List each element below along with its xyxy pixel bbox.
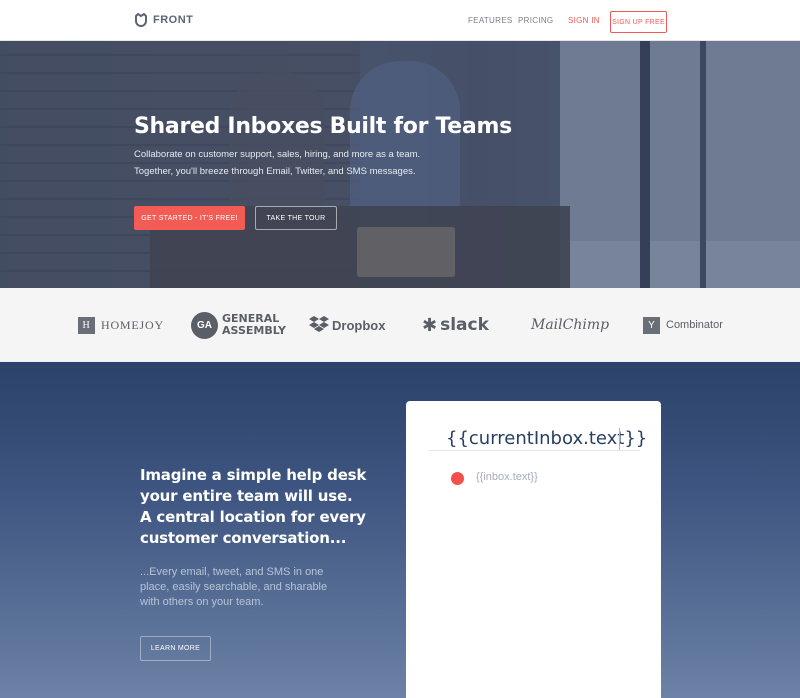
current-inbox-title: {{currentInbox.text}}	[446, 428, 648, 449]
nav-link-sign-in[interactable]: SIGN IN	[568, 16, 600, 25]
top-nav: FRONT FEATURES PRICING SIGN IN SIGN UP F…	[0, 0, 800, 41]
feature-description-line: place, easily searchable, and sharable	[140, 581, 328, 593]
inbox-card: {{currentInbox.text}} {{inbox.text}}	[406, 401, 661, 698]
front-logo-icon	[134, 13, 148, 27]
dropbox-text: Dropbox	[332, 317, 386, 333]
hero-section: Shared Inboxes Built for Teams Collabora…	[0, 41, 800, 288]
dropbox-icon	[309, 315, 332, 336]
feature-heading-line: A central location for every	[140, 508, 366, 526]
hero-subtitle-line: Collaborate on customer support, sales, …	[134, 149, 421, 160]
inbox-list-item[interactable]: {{inbox.text}}	[476, 471, 538, 483]
hero-subtitle-line: Together, you'll breeze through Email, T…	[134, 166, 416, 177]
card-divider	[428, 450, 640, 451]
general-assembly-line: ASSEMBLY	[222, 324, 286, 337]
customer-logos: H HOMEJOY GA GENERAL ASSEMBLY Dropbox ✱ …	[0, 288, 800, 362]
ycombinator-logo: Y Combinator	[643, 288, 723, 362]
homejoy-logo: H HOMEJOY	[78, 288, 164, 362]
help-desk-section: Imagine a simple help desk your entire t…	[0, 362, 800, 698]
get-started-button[interactable]: GET STARTED - IT'S FREE!	[134, 206, 245, 230]
feature-description: ...Every email, tweet, and SMS in one pl…	[140, 565, 360, 610]
nav-link-pricing[interactable]: PRICING	[518, 16, 553, 25]
slack-text: slack	[440, 315, 489, 335]
logo[interactable]: FRONT	[134, 13, 193, 27]
ycombinator-text: Combinator	[666, 319, 723, 331]
sign-up-button[interactable]: SIGN UP FREE	[610, 11, 667, 33]
general-assembly-logo: GA GENERAL ASSEMBLY	[191, 288, 286, 362]
ycombinator-mark: Y	[643, 316, 660, 334]
hero-title: Shared Inboxes Built for Teams	[134, 114, 512, 139]
mailchimp-logo: MailChimp	[531, 288, 609, 362]
feature-heading-line: your entire team will use.	[140, 487, 353, 505]
homejoy-mark: H	[78, 316, 95, 334]
take-the-tour-button[interactable]: TAKE THE TOUR	[255, 206, 337, 230]
feature-heading-line: customer conversation...	[140, 529, 347, 547]
mailchimp-text: MailChimp	[531, 317, 610, 333]
text-cursor	[619, 428, 620, 450]
slack-icon: ✱	[422, 314, 438, 336]
feature-description-line: with others on your team.	[140, 596, 264, 608]
homejoy-text: HOMEJOY	[101, 317, 164, 332]
feature-description-line: ...Every email, tweet, and SMS in one	[140, 566, 324, 578]
slack-logo: ✱ slack	[422, 288, 489, 362]
feature-heading-line: Imagine a simple help desk	[140, 466, 367, 484]
general-assembly-text: GENERAL ASSEMBLY	[222, 313, 286, 337]
hero-subtitle: Collaborate on customer support, sales, …	[134, 146, 454, 180]
dropbox-logo: Dropbox	[309, 288, 385, 362]
logo-text: FRONT	[153, 14, 194, 26]
feature-heading: Imagine a simple help desk your entire t…	[140, 465, 400, 549]
general-assembly-mark: GA	[191, 311, 218, 339]
learn-more-button[interactable]: LEARN MORE	[140, 636, 211, 661]
nav-link-features[interactable]: FEATURES	[468, 16, 512, 25]
inbox-status-dot	[451, 472, 464, 485]
